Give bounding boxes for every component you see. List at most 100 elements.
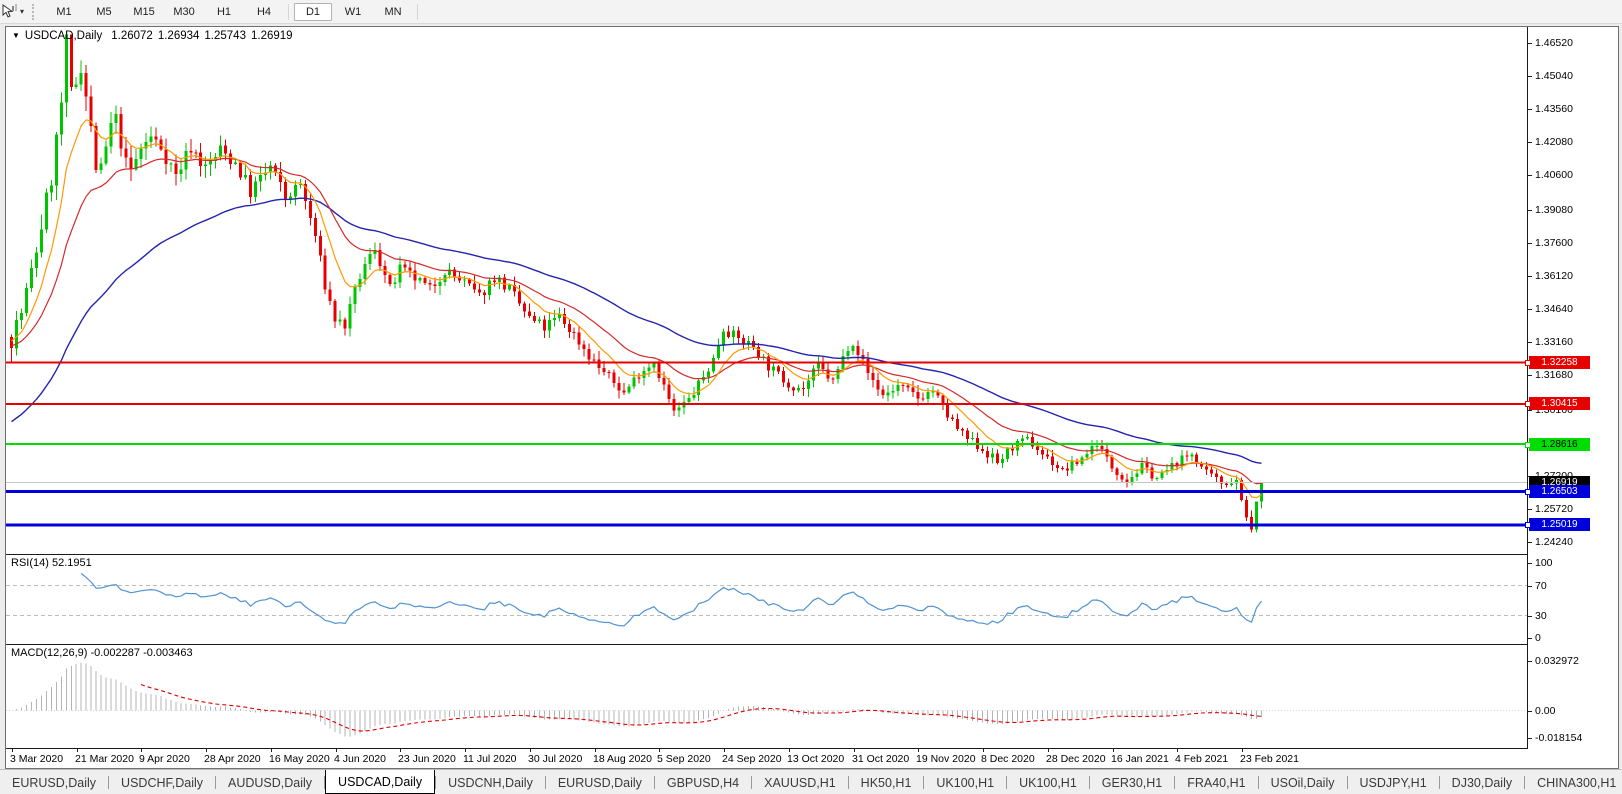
date-tick: [983, 749, 984, 752]
axis-tick-label: 1.25720: [1535, 503, 1573, 515]
axis-tick: [1528, 563, 1532, 564]
axis-tick: [1528, 711, 1532, 712]
tab-eurusd-daily[interactable]: EURUSD,Daily: [546, 773, 654, 794]
toolbar-grip[interactable]: [32, 4, 39, 20]
tab-fra40-h1[interactable]: FRA40,H1: [1175, 773, 1257, 794]
rsi-pane[interactable]: RSI(14) 52.1951: [6, 555, 1528, 645]
date-tick: [1177, 749, 1178, 752]
date-tick: [595, 749, 596, 752]
line-handle[interactable]: [1525, 401, 1531, 407]
ohlc-low: 1.25743: [204, 30, 246, 42]
date-tick: [271, 749, 272, 752]
timeframe-button-m15[interactable]: M15: [125, 3, 163, 21]
axis-tick-label: 1.36120: [1535, 270, 1573, 282]
tab-audusd-daily[interactable]: AUDUSD,Daily: [216, 773, 324, 794]
timeframe-button-m1[interactable]: M1: [45, 3, 83, 21]
line-handle[interactable]: [1525, 522, 1531, 528]
bull-candle-bodies: [15, 35, 1263, 530]
macd-histogram: [12, 663, 1262, 737]
bear-candle-bodies: [10, 35, 1253, 530]
tab-usdjpy-h1[interactable]: USDJPY,H1: [1348, 773, 1439, 794]
date-tick: [530, 749, 531, 752]
tab-uk100-h1[interactable]: UK100,H1: [924, 773, 1006, 794]
price-badge-1.25019: 1.25019: [1529, 518, 1590, 531]
axis-tick-label: 1.34640: [1535, 303, 1573, 315]
collapse-triangle-icon[interactable]: ▼: [12, 31, 20, 40]
date-label: 3 Mar 2020: [10, 753, 63, 765]
tab-ger30-h1[interactable]: GER30,H1: [1090, 773, 1174, 794]
rsi-label: RSI(14) 52.1951: [11, 557, 92, 569]
price-badge-1.28616: 1.28616: [1529, 438, 1590, 451]
axis-tick-label: 1.43560: [1535, 103, 1573, 115]
date-label: 23 Jun 2020: [398, 753, 456, 765]
tab-usdcad-daily[interactable]: USDCAD,Daily: [325, 770, 435, 794]
rsi-line: [81, 573, 1261, 626]
axis-tick: [1528, 410, 1532, 411]
chart-tabs: EURUSD,DailyUSDCHF,DailyAUDUSD,DailyUSDC…: [0, 770, 1622, 794]
tab-uk100-h1[interactable]: UK100,H1: [1007, 773, 1089, 794]
tab-usoil-daily[interactable]: USOil,Daily: [1259, 773, 1347, 794]
axis-tick-label: 1.46520: [1535, 37, 1573, 49]
timeframe-button-h4[interactable]: H4: [245, 3, 283, 21]
tab-eurusd-daily[interactable]: EURUSD,Daily: [0, 773, 108, 794]
date-label: 28 Dec 2020: [1046, 753, 1106, 765]
date-label: 4 Jun 2020: [334, 753, 386, 765]
timeframe-button-m5[interactable]: M5: [85, 3, 123, 21]
macd-pane[interactable]: MACD(12,26,9) -0.002287 -0.003463: [6, 645, 1528, 749]
axis-tick: [1528, 616, 1532, 617]
timeframe-button-w1[interactable]: W1: [334, 3, 372, 21]
axis-tick-label: 100: [1535, 557, 1553, 569]
date-label: 19 Nov 2020: [916, 753, 976, 765]
axis-tick: [1528, 210, 1532, 211]
date-tick: [77, 749, 78, 752]
ohlc-high: 1.26934: [158, 30, 200, 42]
workspace: ▼USDCAD,Daily1.260721.269341.257431.2691…: [0, 24, 1622, 770]
date-label: 24 Sep 2020: [722, 753, 782, 765]
tab-china300-h1[interactable]: CHINA300,H1: [1525, 773, 1622, 794]
date-tick: [465, 749, 466, 752]
axis-tick: [1528, 276, 1532, 277]
axis-tick: [1528, 638, 1532, 639]
tab-dj30-daily[interactable]: DJ30,Daily: [1440, 773, 1524, 794]
date-label: 16 Jan 2021: [1111, 753, 1169, 765]
price-badge-1.26503: 1.26503: [1529, 485, 1590, 498]
date-tick: [1048, 749, 1049, 752]
timeframe-button-m30[interactable]: M30: [165, 3, 203, 21]
axis-tick: [1528, 243, 1532, 244]
ma-mid-line: [12, 158, 1262, 483]
chart-tools-button[interactable]: ▾: [0, 0, 27, 23]
macd-chart-svg: [6, 645, 1527, 748]
price-pane[interactable]: ▼USDCAD,Daily1.260721.269341.257431.2691…: [6, 27, 1528, 555]
line-handle[interactable]: [1525, 360, 1531, 366]
date-tick: [141, 749, 142, 752]
line-handle[interactable]: [1525, 489, 1531, 495]
timeframe-button-h1[interactable]: H1: [205, 3, 243, 21]
date-label: 21 Mar 2020: [75, 753, 134, 765]
tab-xauusd-h1[interactable]: XAUUSD,H1: [752, 773, 848, 794]
macd-axis: 0.0329720.00-0.018154: [1528, 645, 1618, 749]
axis-tick: [1528, 309, 1532, 310]
tab-hk50-h1[interactable]: HK50,H1: [849, 773, 924, 794]
bear-candle-wicks: [12, 39, 1252, 532]
date-label: 9 Apr 2020: [139, 753, 190, 765]
timeframe-button-mn[interactable]: MN: [374, 3, 412, 21]
axis-tick-label: 1.39080: [1535, 204, 1573, 216]
tab-usdchf-daily[interactable]: USDCHF,Daily: [109, 773, 215, 794]
tab-gbpusd-h4[interactable]: GBPUSD,H4: [655, 773, 751, 794]
ma-slow-line: [12, 198, 1262, 463]
timeframe-buttons: M1M5M15M30H1H4 D1W1MN: [44, 3, 413, 21]
timeframe-button-d1[interactable]: D1: [294, 3, 332, 21]
tab-usdcnh-daily[interactable]: USDCNH,Daily: [436, 773, 545, 794]
axis-tick: [1528, 586, 1532, 587]
date-label: 30 Jul 2020: [528, 753, 582, 765]
axis-tick-label: 1.37600: [1535, 237, 1573, 249]
chart-symbol: USDCAD,Daily: [25, 30, 102, 42]
date-label: 5 Sep 2020: [657, 753, 711, 765]
date-tick: [724, 749, 725, 752]
rsi-chart-svg: [6, 555, 1527, 644]
line-handle[interactable]: [1525, 442, 1531, 448]
date-label: 23 Feb 2021: [1240, 753, 1299, 765]
macd-label: MACD(12,26,9) -0.002287 -0.003463: [11, 647, 193, 659]
axis-tick-label: -0.018154: [1535, 732, 1582, 744]
date-axis: 3 Mar 202021 Mar 20209 Apr 202028 Apr 20…: [6, 749, 1618, 768]
